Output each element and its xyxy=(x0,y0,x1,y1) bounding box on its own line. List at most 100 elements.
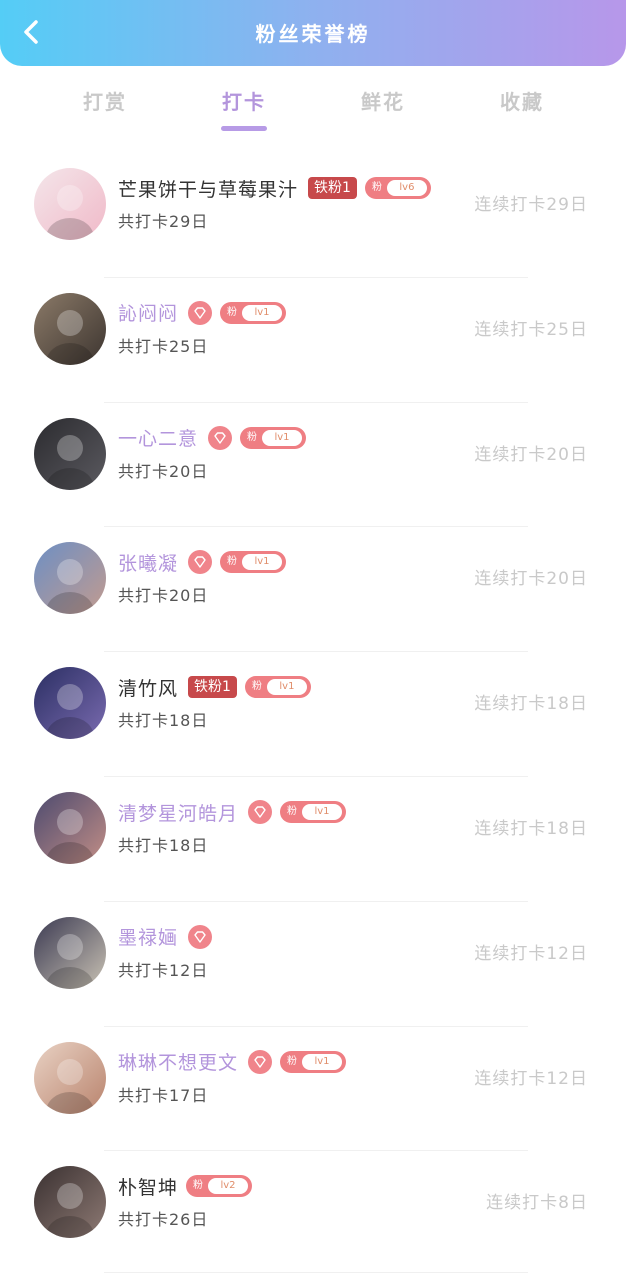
fan-level-text: lv1 xyxy=(302,804,343,820)
user-name[interactable]: 清竹风 xyxy=(118,674,178,701)
consecutive-checkin-days: 连续打卡12日 xyxy=(474,943,588,964)
consecutive-checkin-days: 连续打卡18日 xyxy=(474,819,588,839)
diamond-badge-icon xyxy=(188,550,213,575)
name-line: 墨禄婳 xyxy=(118,923,213,951)
total-checkin-days: 共打卡17日 xyxy=(118,1085,209,1105)
tab-favorites[interactable]: 收藏 xyxy=(477,86,567,115)
diamond-badge-icon xyxy=(188,300,213,325)
consecutive-checkin-days: 连续打卡29日 xyxy=(474,195,588,215)
fan-level-pill: 粉 lv1 xyxy=(220,301,287,324)
fan-level-pill: 粉 lv2 xyxy=(186,1175,253,1198)
consecutive-checkin-days: 连续打卡12日 xyxy=(474,1068,588,1089)
avatar[interactable] xyxy=(34,667,106,740)
list-item[interactable]: 琳琳不想更文 粉 lv1 共打卡17日 连续打卡12日 xyxy=(0,1025,626,1150)
row-divider xyxy=(104,1025,528,1027)
name-line: 清竹风 铁粉1 粉 lv1 xyxy=(118,673,311,701)
user-name[interactable]: 墨禄婳 xyxy=(118,923,178,950)
row-divider xyxy=(104,526,528,528)
total-checkin-days: 共打卡26日 xyxy=(118,1210,209,1230)
fan-level-pill: 粉 lv1 xyxy=(220,551,287,574)
name-line: 朴智坤 粉 lv2 xyxy=(118,1172,253,1200)
tab-bar: 打赏 打卡 鲜花 收藏 xyxy=(0,78,626,134)
user-name[interactable]: 朴智坤 xyxy=(118,1173,178,1200)
name-line: 訫闷闷 粉 lv1 xyxy=(118,299,287,327)
avatar[interactable] xyxy=(34,542,106,615)
fan-pill-label: 粉 xyxy=(284,804,301,820)
fan-pill-label: 粉 xyxy=(224,304,241,321)
avatar[interactable] xyxy=(34,292,106,365)
total-checkin-days: 共打卡20日 xyxy=(118,586,209,606)
row-divider xyxy=(104,651,528,653)
fan-level-pill: 粉 lv1 xyxy=(240,426,307,449)
fan-level-text: lv1 xyxy=(242,554,283,571)
total-checkin-days: 共打卡25日 xyxy=(118,336,209,356)
list-item[interactable]: 訫闷闷 粉 lv1 共打卡25日 连续打卡25日 xyxy=(0,276,626,401)
name-line: 芒果饼干与草莓果汁 铁粉1 粉 lv6 xyxy=(118,174,431,202)
avatar[interactable] xyxy=(34,417,106,490)
fan-level-pill: 粉 lv1 xyxy=(280,1050,347,1073)
diamond-badge-icon xyxy=(248,800,273,824)
user-name[interactable]: 芒果饼干与草莓果汁 xyxy=(118,175,298,202)
user-name[interactable]: 一心二意 xyxy=(118,424,198,451)
row-divider xyxy=(104,900,528,902)
row-divider xyxy=(104,276,528,278)
avatar[interactable] xyxy=(34,1041,106,1114)
tab-checkin[interactable]: 打卡 xyxy=(199,86,289,115)
fan-level-text: lv6 xyxy=(386,180,427,196)
total-checkin-days: 共打卡20日 xyxy=(118,461,209,481)
consecutive-checkin-days: 连续打卡18日 xyxy=(474,694,588,715)
avatar[interactable] xyxy=(34,916,106,989)
row-divider xyxy=(104,401,528,403)
active-tab-indicator xyxy=(221,126,267,131)
consecutive-checkin-days: 连续打卡20日 xyxy=(474,444,588,465)
avatar[interactable] xyxy=(34,792,106,864)
fan-pill-label: 粉 xyxy=(244,429,261,446)
total-checkin-days: 共打卡12日 xyxy=(118,960,209,980)
fan-level-text: lv1 xyxy=(242,304,283,321)
consecutive-checkin-days: 连续打卡20日 xyxy=(474,569,588,590)
consecutive-checkin-days: 连续打卡8日 xyxy=(486,1193,588,1214)
fan-level-pill: 粉 lv6 xyxy=(364,177,431,199)
list-item[interactable]: 朴智坤 粉 lv2 共打卡26日 连续打卡8日 xyxy=(0,1150,626,1274)
list-divider xyxy=(104,1272,528,1273)
diamond-badge-icon xyxy=(208,425,233,450)
name-line: 琳琳不想更文 粉 lv1 xyxy=(118,1048,347,1076)
total-checkin-days: 共打卡18日 xyxy=(118,711,209,731)
list-item[interactable]: 芒果饼干与草莓果汁 铁粉1 粉 lv6 共打卡29日 连续打卡29日 xyxy=(0,152,626,276)
tab-flowers[interactable]: 鲜花 xyxy=(338,86,428,115)
iron-fan-badge: 铁粉1 xyxy=(308,177,357,199)
list-item[interactable]: 一心二意 粉 lv1 共打卡20日 连续打卡20日 xyxy=(0,401,626,526)
row-divider xyxy=(104,1150,528,1152)
diamond-badge-icon xyxy=(248,1049,273,1074)
diamond-badge-icon xyxy=(188,924,213,949)
consecutive-checkin-days: 连续打卡25日 xyxy=(474,319,588,340)
list-item[interactable]: 墨禄婳 共打卡12日 连续打卡12日 xyxy=(0,900,626,1025)
total-checkin-days: 共打卡29日 xyxy=(118,212,209,231)
user-name[interactable]: 清梦星河皓月 xyxy=(118,799,238,826)
fan-level-pill: 粉 lv1 xyxy=(244,676,311,699)
fan-level-text: lv1 xyxy=(302,1053,343,1070)
fan-level-text: lv1 xyxy=(262,429,303,446)
avatar[interactable] xyxy=(34,1166,106,1239)
name-line: 一心二意 粉 lv1 xyxy=(118,424,307,452)
tab-reward[interactable]: 打赏 xyxy=(60,86,150,115)
fan-level-text: lv2 xyxy=(208,1178,249,1195)
row-divider xyxy=(104,776,528,777)
fan-pill-label: 粉 xyxy=(224,554,241,571)
name-line: 清梦星河皓月 粉 lv1 xyxy=(118,798,347,826)
avatar[interactable] xyxy=(34,168,106,240)
iron-fan-badge: 铁粉1 xyxy=(188,676,237,699)
list-item[interactable]: 清竹风 铁粉1 粉 lv1 共打卡18日 连续打卡18日 xyxy=(0,651,626,775)
user-name[interactable]: 琳琳不想更文 xyxy=(118,1048,238,1075)
list-item[interactable]: 张曦凝 粉 lv1 共打卡20日 连续打卡20日 xyxy=(0,526,626,650)
fan-pill-label: 粉 xyxy=(368,180,385,196)
fan-level-text: lv1 xyxy=(266,679,307,696)
user-name[interactable]: 张曦凝 xyxy=(118,549,178,576)
top-header: 粉丝荣誉榜 xyxy=(0,0,626,66)
fan-pill-label: 粉 xyxy=(284,1053,301,1070)
total-checkin-days: 共打卡18日 xyxy=(118,836,209,855)
list-item[interactable]: 清梦星河皓月 粉 lv1 共打卡18日 连续打卡18日 xyxy=(0,776,626,900)
user-name[interactable]: 訫闷闷 xyxy=(118,299,178,326)
fan-pill-label: 粉 xyxy=(248,679,265,696)
page-title: 粉丝荣誉榜 xyxy=(255,22,371,46)
